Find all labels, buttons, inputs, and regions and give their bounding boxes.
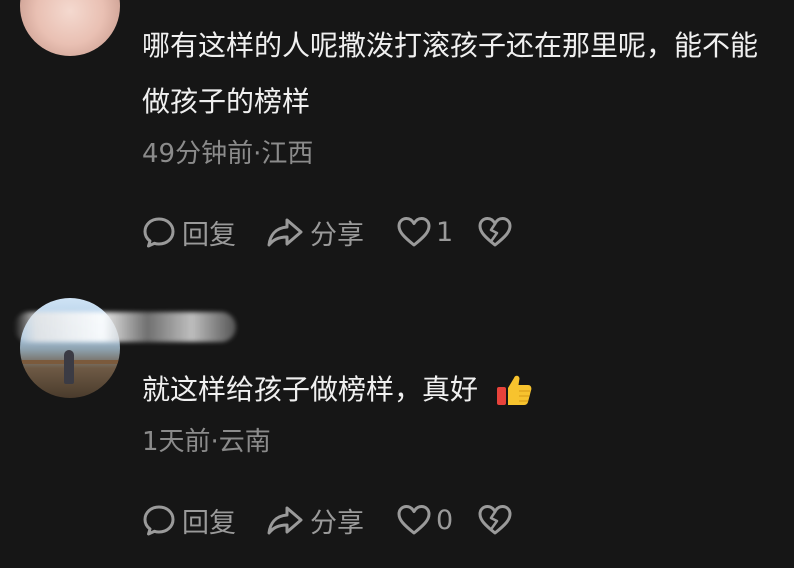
reply-label: 回复 — [182, 507, 236, 539]
like-count: 0 — [436, 504, 454, 536]
comment-bubble-icon — [142, 503, 176, 537]
reply-label: 回复 — [182, 219, 236, 251]
share-button[interactable]: 分享 — [266, 212, 364, 252]
comment-meta: 49分钟前·江西 — [142, 139, 314, 169]
thumbs-up-emoji — [495, 370, 533, 405]
user-avatar[interactable] — [20, 0, 120, 56]
dislike-button[interactable] — [477, 500, 513, 540]
like-count: 1 — [436, 216, 454, 248]
comment-text: 哪有这样的人呢撒泼打滚孩子还在那里呢，能不能做孩子的榜样 — [142, 29, 759, 118]
heart-icon — [396, 503, 432, 537]
comment-actions: 回复 分享 1 — [142, 212, 513, 252]
reply-button[interactable]: 回复 — [142, 500, 236, 540]
share-label: 分享 — [310, 507, 364, 539]
share-button[interactable]: 分享 — [266, 500, 364, 540]
comment-meta: 1天前·云南 — [142, 427, 271, 457]
like-button[interactable]: 0 — [396, 500, 453, 540]
heart-icon — [396, 215, 432, 249]
username-redacted — [14, 312, 236, 342]
comment-actions: 回复 分享 0 — [142, 500, 513, 540]
broken-heart-icon — [477, 503, 513, 537]
share-label: 分享 — [310, 219, 364, 251]
broken-heart-icon — [477, 215, 513, 249]
dislike-button[interactable] — [477, 212, 513, 252]
comment-bubble-icon — [142, 215, 176, 249]
share-arrow-icon — [266, 503, 304, 537]
like-button[interactable]: 1 — [396, 212, 453, 252]
reply-button[interactable]: 回复 — [142, 212, 236, 252]
comment-text: 就这样给孩子做榜样，真好 — [142, 362, 772, 418]
share-arrow-icon — [266, 215, 304, 249]
